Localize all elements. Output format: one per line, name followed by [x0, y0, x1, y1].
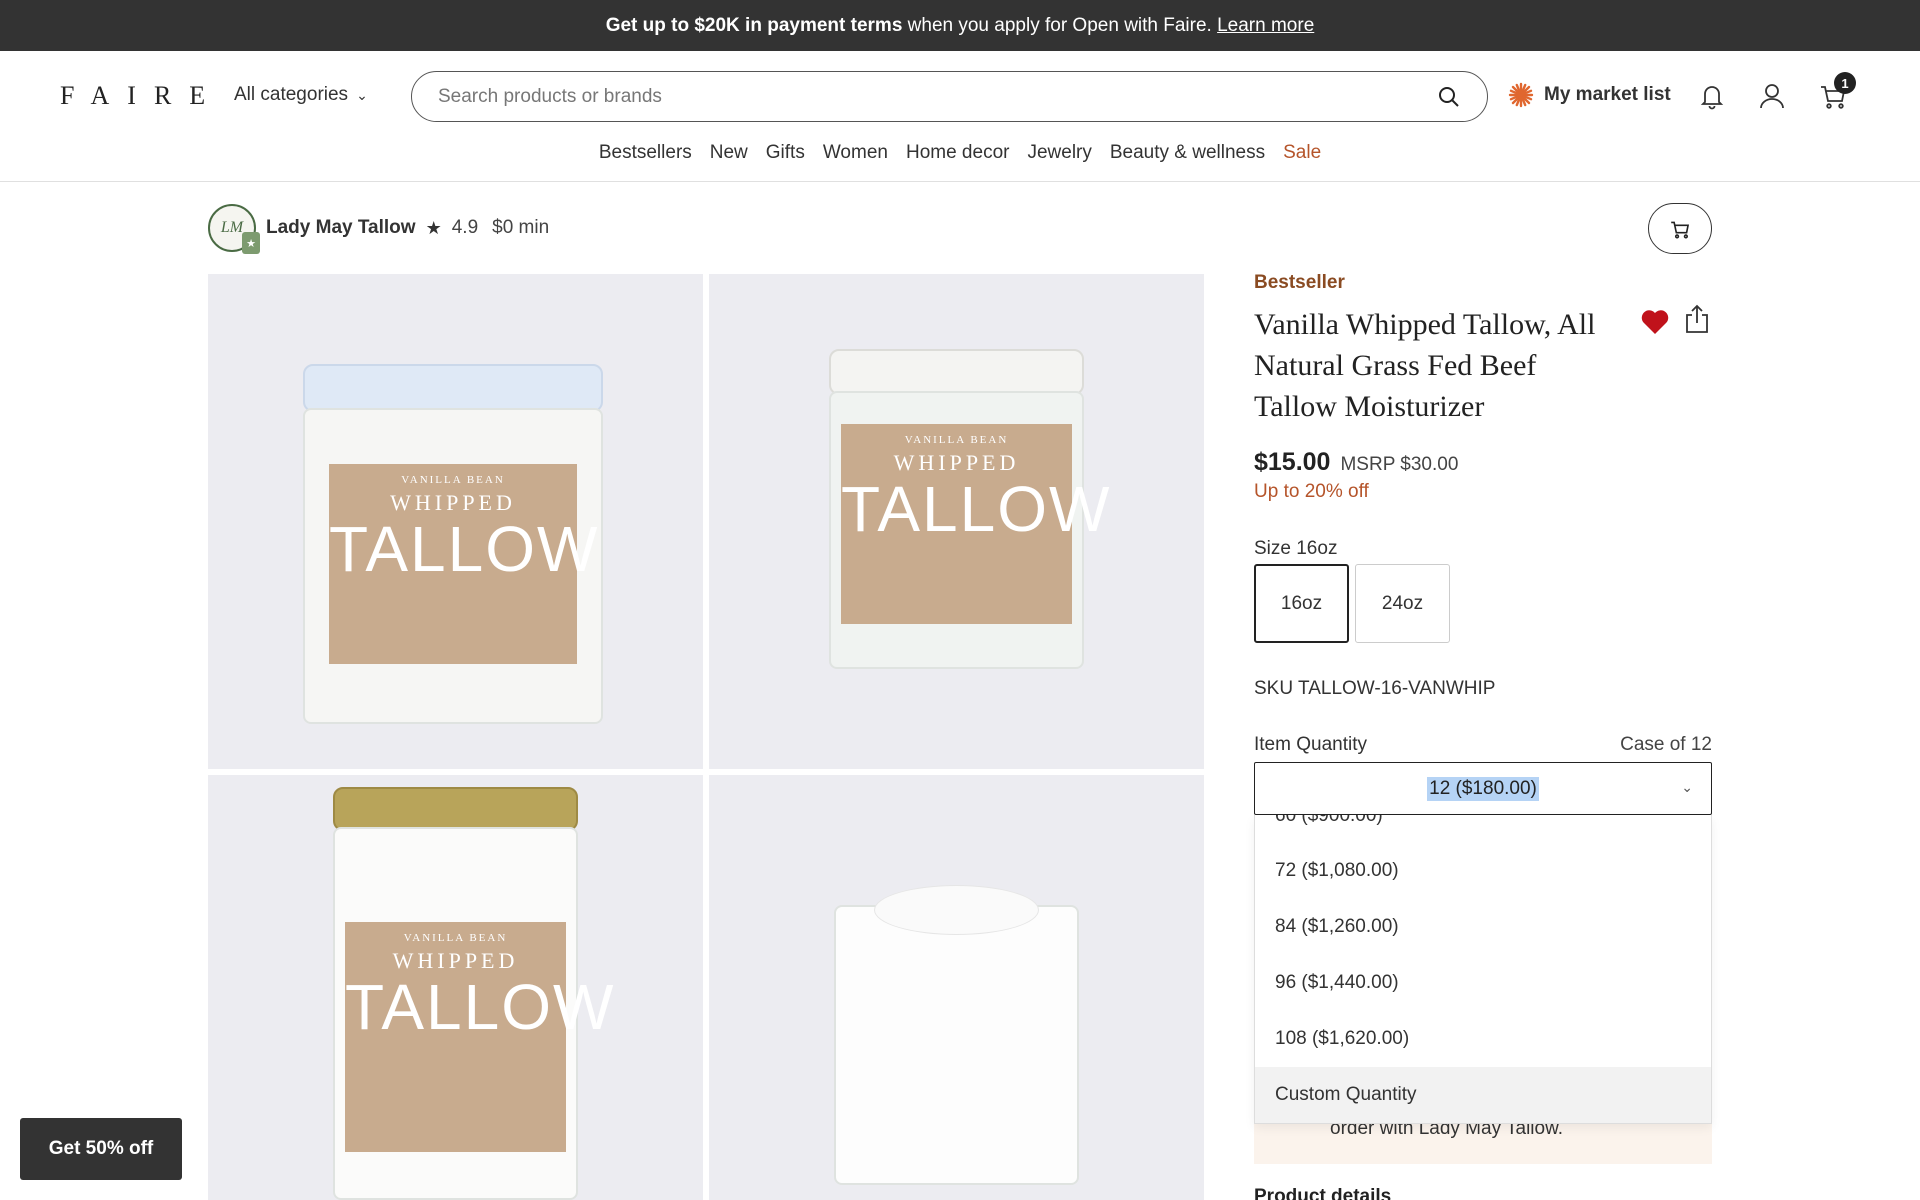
label-top-text: VANILLA BEAN: [403, 932, 508, 944]
faire-logo[interactable]: FAIRE: [60, 81, 223, 111]
brand-avatar-text: LM: [220, 219, 244, 236]
jar-illustration: VANILLA BEAN WHIPPED TALLOW: [303, 364, 603, 724]
label-tallow-text: TALLOW: [841, 473, 1112, 545]
label-tallow-text: TALLOW: [345, 971, 616, 1043]
brand-minimum: $0 min: [492, 217, 550, 238]
verified-badge-icon: ★: [242, 232, 260, 254]
heart-icon[interactable]: [1640, 308, 1670, 336]
label-tallow-text: TALLOW: [329, 513, 600, 585]
product-title: Vanilla Whipped Tallow, All Natural Gras…: [1254, 308, 1596, 423]
chevron-down-icon: ⌄: [356, 86, 368, 103]
quantity-select[interactable]: 12 ($180.00) ⌄: [1254, 762, 1712, 815]
product-image-3[interactable]: VANILLA BEAN WHIPPED TALLOW: [208, 775, 703, 1200]
quantity-option-60[interactable]: 60 ($900.00): [1255, 815, 1711, 844]
quantity-dropdown-list: 60 ($900.00) 72 ($1,080.00) 84 ($1,260.0…: [1254, 815, 1712, 1124]
item-quantity-label: Item Quantity: [1254, 734, 1367, 755]
size-option-16oz[interactable]: 16oz: [1254, 564, 1349, 643]
product-gallery: VANILLA BEAN WHIPPED TALLOW VANILLA BEAN…: [208, 274, 1204, 1200]
quantity-selected-value: 12 ($180.00): [1427, 776, 1539, 801]
jar-illustration: VANILLA BEAN WHIPPED TALLOW: [829, 349, 1112, 669]
nav-home-decor[interactable]: Home decor: [906, 142, 1010, 164]
quantity-option-96[interactable]: 96 ($1,440.00): [1255, 955, 1711, 1011]
brand-name-link[interactable]: Lady May Tallow: [266, 217, 416, 239]
market-list-label: My market list: [1544, 84, 1671, 105]
product-image-2[interactable]: VANILLA BEAN WHIPPED TALLOW: [709, 274, 1204, 769]
case-size-text: Case of 12: [1620, 734, 1712, 755]
wholesale-price: $15.00: [1254, 448, 1331, 476]
msrp-price: MSRP $30.00: [1340, 454, 1459, 475]
share-icon[interactable]: [1684, 304, 1710, 334]
product-image-1[interactable]: VANILLA BEAN WHIPPED TALLOW: [208, 274, 703, 769]
size-label: Size 16oz: [1254, 538, 1338, 559]
search-input[interactable]: [438, 85, 1437, 108]
category-nav: Bestsellers New Gifts Women Home decor J…: [0, 142, 1920, 164]
bestseller-badge: Bestseller: [1254, 272, 1345, 293]
nav-gifts[interactable]: Gifts: [766, 142, 805, 164]
banner-bold-text: Get up to $20K in payment terms: [605, 14, 903, 36]
quantity-option-72[interactable]: 72 ($1,080.00): [1255, 843, 1711, 899]
brand-cart-button[interactable]: [1648, 203, 1712, 254]
sku-text: SKU TALLOW-16-VANWHIP: [1254, 678, 1496, 699]
jar-illustration: [834, 885, 1079, 1185]
learn-more-link[interactable]: Learn more: [1217, 15, 1314, 37]
search-icon[interactable]: [1437, 85, 1461, 109]
product-image-4[interactable]: [709, 775, 1204, 1200]
size-option-24oz[interactable]: 24oz: [1355, 564, 1450, 643]
promo-banner: Get up to $20K in payment terms when you…: [0, 0, 1920, 51]
get-50-off-button[interactable]: Get 50% off: [20, 1118, 182, 1180]
nav-sale[interactable]: Sale: [1283, 142, 1321, 164]
label-top-text: VANILLA BEAN: [904, 434, 1009, 446]
nav-bestsellers[interactable]: Bestsellers: [599, 142, 692, 164]
jar-illustration: VANILLA BEAN WHIPPED TALLOW: [333, 787, 616, 1200]
cart-icon: [1671, 221, 1690, 238]
site-header: FAIRE All categories ⌄ My market list: [0, 51, 1920, 182]
nav-new[interactable]: New: [710, 142, 748, 164]
quantity-option-custom[interactable]: Custom Quantity: [1255, 1067, 1711, 1123]
price-row: $15.00 MSRP $30.00: [1254, 448, 1458, 477]
bell-icon[interactable]: [1697, 81, 1727, 111]
cart-count-badge: 1: [1834, 72, 1856, 94]
nav-beauty-wellness[interactable]: Beauty & wellness: [1110, 142, 1265, 164]
brand-bar: LM ★ Lady May Tallow ★ 4.9 $0 min: [208, 204, 550, 254]
banner-text: when you apply for Open with Faire.: [902, 14, 1218, 36]
my-market-list-button[interactable]: My market list: [1508, 82, 1671, 108]
all-categories-label: All categories: [234, 84, 349, 105]
quantity-option-84[interactable]: 84 ($1,260.00): [1255, 899, 1711, 955]
sunburst-icon: [1508, 82, 1534, 108]
product-info: Bestseller Vanilla Whipped Tallow, All N…: [1254, 272, 1712, 1200]
quantity-option-108[interactable]: 108 ($1,620.00): [1255, 1011, 1711, 1067]
product-details-heading[interactable]: Product details: [1254, 1186, 1391, 1200]
brand-avatar[interactable]: LM ★: [208, 204, 260, 254]
user-icon[interactable]: [1757, 81, 1787, 111]
chevron-down-icon: ⌄: [1681, 779, 1693, 795]
label-top-text: VANILLA BEAN: [401, 474, 505, 486]
brand-rating: 4.9: [451, 217, 479, 238]
all-categories-dropdown[interactable]: All categories ⌄: [234, 84, 368, 106]
nav-jewelry[interactable]: Jewelry: [1027, 142, 1091, 164]
nav-women[interactable]: Women: [823, 142, 888, 164]
discount-text: Up to 20% off: [1254, 481, 1369, 502]
search-bar: [411, 71, 1488, 122]
star-icon: ★: [425, 217, 442, 238]
